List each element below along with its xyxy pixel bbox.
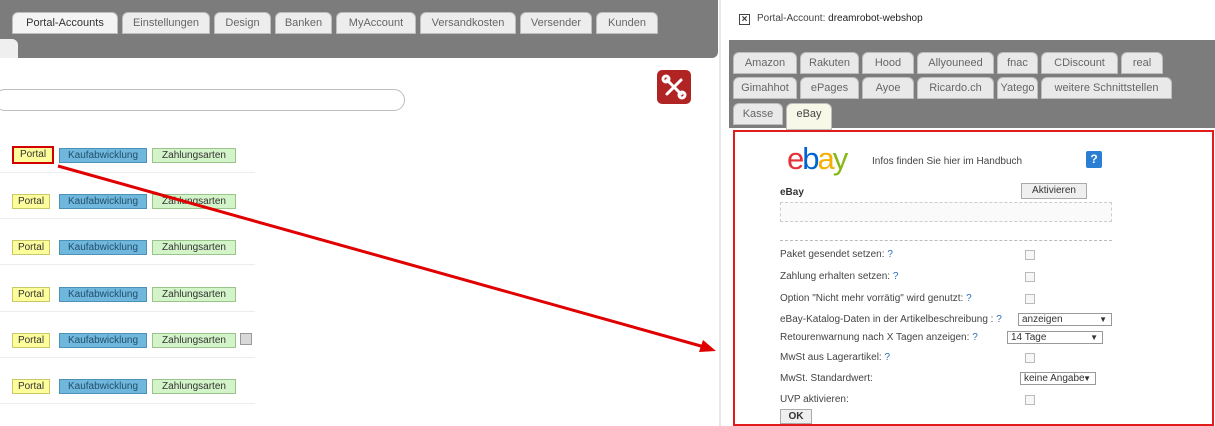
option-text: Option "Nicht mehr vorrätig" wird genutz… [780, 293, 964, 304]
tab-weitere-schnittstellen[interactable]: weitere Schnittstellen [1041, 77, 1172, 99]
tab-cdiscount[interactable]: CDiscount [1041, 52, 1118, 74]
option-checkbox[interactable] [1025, 272, 1035, 282]
ebay-logo-letter: b [802, 141, 819, 176]
tab-gimahhot[interactable]: Gimahhot [733, 77, 797, 99]
manual-info-link[interactable]: Infos finden Sie hier im Handbuch [872, 156, 1022, 167]
option-label: Paket gesendet setzen: ? [780, 249, 893, 260]
option-text: Zahlung erhalten setzen: [780, 271, 891, 282]
ebay-logo: ebay [787, 141, 848, 177]
tab-allyouneed[interactable]: Allyouneed [917, 52, 994, 74]
option-select-value: 14 Tage [1011, 332, 1047, 343]
tab-yatego[interactable]: Yatego [997, 77, 1038, 99]
option-label: Zahlung erhalten setzen: ? [780, 271, 898, 282]
option-checkbox[interactable] [1025, 250, 1035, 260]
ebay-logo-letter: e [787, 141, 804, 176]
option-help-icon[interactable]: ? [887, 249, 893, 260]
option-select[interactable]: anzeigen ▼ [1018, 313, 1112, 326]
option-checkbox[interactable] [1025, 353, 1035, 363]
option-select[interactable]: keine Angabe ▼ [1020, 372, 1096, 385]
option-select[interactable]: 14 Tage ▼ [1007, 331, 1103, 344]
ebay-logo-letter: y [832, 141, 848, 176]
close-icon[interactable]: × [739, 14, 750, 25]
account-name: dreamrobot-webshop [828, 13, 923, 24]
ebay-settings-panel: ebay Infos finden Sie hier im Handbuch ?… [733, 130, 1214, 426]
chevron-down-icon: ▼ [1099, 315, 1107, 324]
option-label: MwSt. Standardwert: [780, 373, 873, 384]
option-text: UVP aktivieren: [780, 394, 849, 405]
option-checkbox[interactable] [1025, 294, 1035, 304]
option-text: Paket gesendet setzen: [780, 249, 885, 260]
chevron-down-icon: ▼ [1090, 333, 1098, 342]
option-select-value: anzeigen [1022, 314, 1063, 325]
option-label: UVP aktivieren: [780, 394, 849, 405]
option-select-value: keine Angabe [1024, 373, 1085, 384]
option-label: Option "Nicht mehr vorrätig" wird genutz… [780, 293, 972, 304]
tab-ricardo-ch[interactable]: Ricardo.ch [917, 77, 994, 99]
tab-ayoe[interactable]: Ayoe [862, 77, 914, 99]
option-checkbox[interactable] [1025, 395, 1035, 405]
option-text: Retourenwarnung nach X Tagen anzeigen: [780, 332, 970, 343]
portal-account-label: Portal-Account: dreamrobot-webshop [757, 13, 923, 24]
option-help-icon[interactable]: ? [972, 332, 978, 343]
tab-rakuten[interactable]: Rakuten [800, 52, 859, 74]
tab-amazon[interactable]: Amazon [733, 52, 797, 74]
tab-fnac[interactable]: fnac [997, 52, 1038, 74]
ok-button[interactable]: OK [780, 409, 812, 424]
tab-ebay[interactable]: eBay [786, 103, 832, 130]
option-text: MwSt. Standardwert: [780, 373, 873, 384]
chevron-down-icon: ▼ [1083, 374, 1091, 383]
ebay-logo-letter: a [817, 141, 835, 176]
activate-button[interactable]: Aktivieren [1021, 183, 1087, 199]
tab-epages[interactable]: ePages [800, 77, 859, 99]
separator [780, 240, 1112, 241]
help-icon[interactable]: ? [1086, 151, 1102, 168]
ebay-account-field [780, 202, 1112, 222]
option-help-icon[interactable]: ? [885, 352, 891, 363]
option-help-icon[interactable]: ? [996, 314, 1002, 325]
option-label: MwSt aus Lagerartikel: ? [780, 352, 890, 363]
tab-kasse[interactable]: Kasse [733, 103, 783, 125]
option-text: MwSt aus Lagerartikel: [780, 352, 882, 363]
option-help-icon[interactable]: ? [893, 271, 899, 282]
ebay-label: eBay [780, 187, 804, 198]
pane-divider [719, 0, 721, 426]
option-text: eBay-Katalog-Daten in der Artikelbeschre… [780, 314, 994, 325]
option-label: Retourenwarnung nach X Tagen anzeigen: ? [780, 332, 978, 343]
option-label: eBay-Katalog-Daten in der Artikelbeschre… [780, 314, 1002, 325]
tab-real[interactable]: real [1121, 52, 1163, 74]
option-help-icon[interactable]: ? [966, 293, 972, 304]
tab-hood[interactable]: Hood [862, 52, 914, 74]
